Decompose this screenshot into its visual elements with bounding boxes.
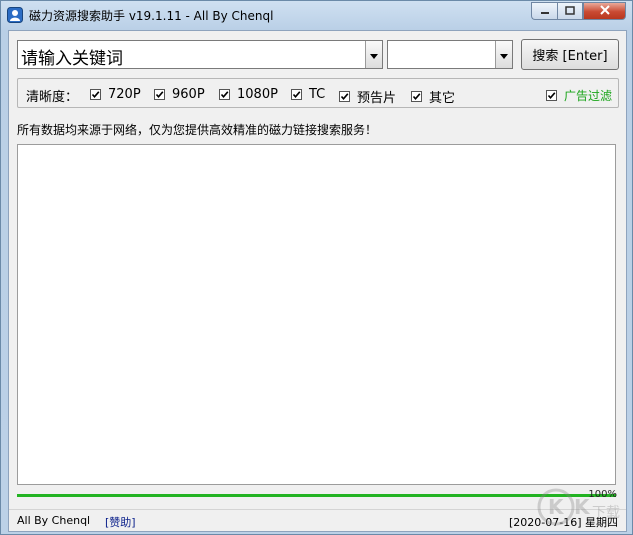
chevron-down-icon <box>370 48 378 62</box>
quality-option-label: 1080P <box>237 87 278 102</box>
category-combobox[interactable] <box>387 40 513 69</box>
close-icon <box>599 4 611 18</box>
quality-option-other[interactable]: 其它 <box>411 87 455 106</box>
checkbox-checked-icon[interactable] <box>154 89 165 100</box>
checkbox-checked-icon[interactable] <box>291 89 302 100</box>
keyword-dropdown-button[interactable] <box>365 41 382 68</box>
caption-buttons <box>531 2 626 20</box>
quality-option-label: 预告片 <box>357 91 397 106</box>
svg-text:K: K <box>574 495 591 519</box>
close-button[interactable] <box>583 2 626 20</box>
minimize-icon <box>540 4 550 18</box>
checkbox-checked-icon[interactable] <box>90 89 101 100</box>
status-bar: All By Chenql [赞助] [2020-07-16] 星期四 <box>9 509 626 532</box>
app-magnet-icon <box>7 7 23 23</box>
quality-option-1080p[interactable]: 1080P <box>219 87 278 102</box>
quality-option-label: TC <box>309 87 326 102</box>
progress-fill <box>17 494 616 497</box>
quality-option-960p[interactable]: 960P <box>154 87 205 102</box>
checkbox-checked-icon[interactable] <box>546 90 557 101</box>
minimize-button[interactable] <box>531 2 557 20</box>
keyword-input[interactable]: 请输入关键词 <box>21 44 123 69</box>
maximize-button[interactable] <box>557 2 583 20</box>
quality-option-tc[interactable]: TC <box>291 87 325 102</box>
quality-filter-group: 清晰度： 720P 960P 1080P TC 预告片 其它 广告过滤 <box>17 78 619 108</box>
quality-option-label: 960P <box>172 87 205 102</box>
client-area: 请输入关键词 搜索 [Enter] 清晰度： 720P 960P 1080P T… <box>8 30 627 532</box>
quality-option-label: 720P <box>108 87 141 102</box>
search-button[interactable]: 搜索 [Enter] <box>521 39 619 70</box>
keyword-combobox[interactable]: 请输入关键词 <box>17 40 383 69</box>
quality-option-trailer[interactable]: 预告片 <box>339 87 396 106</box>
watermark-logo: K K 下载 <box>536 487 626 530</box>
svg-text:下载: 下载 <box>592 505 620 521</box>
disclaimer-notice: 所有数据均来源于网络，仅为您提供高效精准的磁力链接搜索服务！ <box>17 123 378 137</box>
ad-filter-checkbox[interactable]: 广告过滤 <box>546 87 612 104</box>
title-bar[interactable]: 磁力资源搜索助手 v19.1.11 - All By Chenql <box>1 1 632 29</box>
maximize-icon <box>565 4 575 18</box>
donate-link[interactable]: [赞助] <box>105 514 136 530</box>
progress-bar <box>17 492 616 501</box>
quality-option-720p[interactable]: 720P <box>90 87 141 102</box>
checkbox-checked-icon[interactable] <box>219 89 230 100</box>
window-title: 磁力资源搜索助手 v19.1.11 - All By Chenql <box>29 9 274 23</box>
results-list[interactable] <box>17 144 616 485</box>
quality-option-label: 其它 <box>429 91 456 106</box>
category-dropdown-button[interactable] <box>495 41 512 68</box>
author-credit: All By Chenql <box>17 514 91 527</box>
chevron-down-icon <box>500 48 508 62</box>
checkbox-checked-icon[interactable] <box>411 91 422 102</box>
checkbox-checked-icon[interactable] <box>339 91 350 102</box>
ad-filter-label: 广告过滤 <box>564 89 613 103</box>
quality-label: 清晰度： <box>26 90 79 105</box>
svg-text:K: K <box>548 495 565 519</box>
app-window: 磁力资源搜索助手 v19.1.11 - All By Chenql 请输入关键词… <box>0 0 633 535</box>
